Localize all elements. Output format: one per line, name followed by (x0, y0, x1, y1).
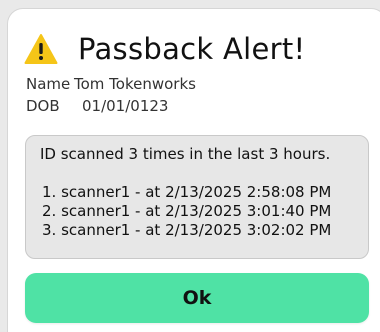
person-info: Name Tom Tokenworks DOB 01/01/0123 (26, 73, 196, 117)
name-value: Tom Tokenworks (74, 75, 196, 93)
dialog-title: Passback Alert! (78, 32, 306, 66)
dob-label: DOB (26, 97, 60, 115)
scan-item: 2. scanner1 - at 2/13/2025 3:01:40 PM (42, 202, 332, 220)
dob-value: 01/01/0123 (82, 97, 169, 115)
passback-alert-dialog: Passback Alert! Name Tom Tokenworks DOB … (7, 8, 380, 332)
scan-item: 1. scanner1 - at 2/13/2025 2:58:08 PM (42, 183, 332, 201)
scan-list: 1. scanner1 - at 2/13/2025 2:58:08 PM 2.… (40, 183, 354, 240)
name-label: Name (26, 75, 71, 93)
scan-item: 3. scanner1 - at 2/13/2025 3:02:02 PM (42, 221, 332, 239)
ok-button[interactable]: Ok (25, 273, 369, 323)
dob-row: DOB 01/01/0123 (26, 95, 196, 117)
warning-triangle-icon (24, 34, 58, 64)
scan-summary: ID scanned 3 times in the last 3 hours. (40, 145, 331, 163)
dialog-header: Passback Alert! (24, 29, 305, 69)
name-row: Name Tom Tokenworks (26, 73, 196, 95)
scan-message-box: ID scanned 3 times in the last 3 hours. … (25, 135, 369, 259)
